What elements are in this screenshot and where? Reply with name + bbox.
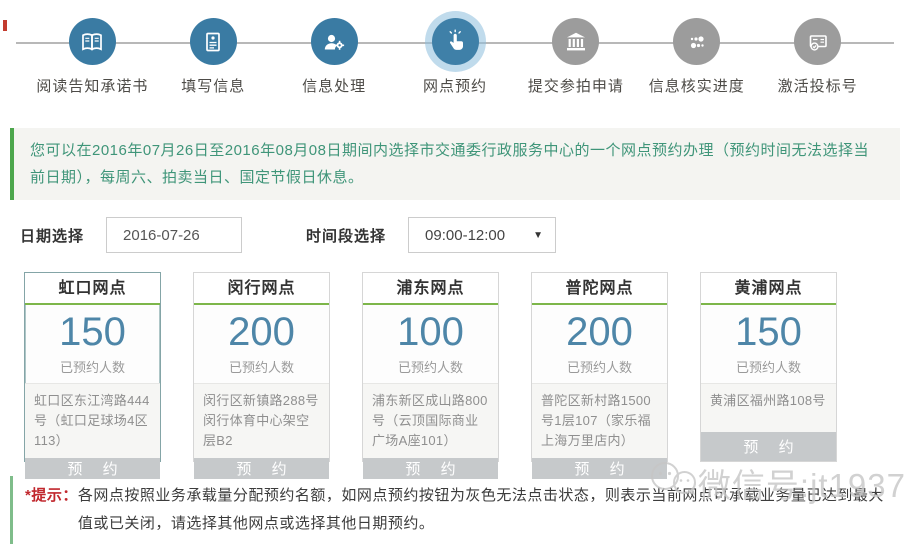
booked-count-label: 已预约人数 (363, 354, 498, 383)
book-button[interactable]: 预 约 (532, 458, 667, 479)
step-activate-bid-number: 激活投标号 (757, 18, 878, 96)
booked-count-label: 已预约人数 (194, 354, 329, 383)
booked-count: 150 (25, 305, 160, 354)
outlet-card-huangpu: 黄浦网点 150 已预约人数 黄浦区福州路108号 预 约 (700, 272, 837, 462)
outlet-card-list: 虹口网点 150 已预约人数 虹口区东江湾路444号（虹口足球场4区113） 预… (24, 272, 910, 462)
book-icon (79, 29, 105, 55)
outlet-address: 普陀区新村路1500号1层107（家乐福上海万里店内） (532, 383, 667, 458)
date-input[interactable] (106, 217, 242, 253)
tip-note: *提示： 各网点按照业务承载量分配预约名额，如网点预约按钮为灰色无法点击状态，则… (10, 476, 900, 544)
booked-count-label: 已预约人数 (701, 354, 836, 383)
appointment-page: { "stepper": { "steps": [ { "label": "阅读… (0, 0, 910, 526)
outlet-name: 浦东网点 (363, 273, 498, 305)
document-icon (200, 29, 226, 55)
date-select-label: 日期选择 (20, 225, 84, 246)
filter-bar: 日期选择 时间段选择 09:00-12:00 ▼ (20, 216, 910, 254)
book-button[interactable]: 预 约 (25, 458, 160, 479)
booked-count-label: 已预约人数 (532, 354, 667, 383)
tip-label: *提示： (25, 482, 78, 538)
outlet-name: 普陀网点 (532, 273, 667, 305)
step-info-processing: 信息处理 (274, 18, 395, 96)
hand-click-icon (442, 29, 468, 55)
book-button[interactable]: 预 约 (701, 432, 836, 461)
outlet-card-putuo: 普陀网点 200 已预约人数 普陀区新村路1500号1层107（家乐福上海万里店… (531, 272, 668, 462)
step-label: 阅读告知承诺书 (36, 75, 148, 96)
step-read-notice: 阅读告知承诺书 (32, 18, 153, 96)
tip-text: 各网点按照业务承载量分配预约名额，如网点预约按钮为灰色无法点击状态，则表示当前网… (78, 482, 886, 538)
book-button[interactable]: 预 约 (363, 458, 498, 479)
outlet-address: 虹口区东江湾路444号（虹口足球场4区113） (25, 383, 160, 458)
progress-stepper: 阅读告知承诺书 填写信息 信息处理 网点 (0, 0, 910, 100)
outlet-name: 闵行网点 (194, 273, 329, 305)
time-range-value: 09:00-12:00 (425, 227, 505, 244)
outlet-address: 浦东新区成山路800号（云顶国际商业广场A座101） (363, 383, 498, 458)
progress-dots-icon (684, 29, 710, 55)
notice-banner: 您可以在2016年07月26日至2016年08月08日期间内选择市交通委行政服务… (10, 128, 900, 200)
outlet-card-hongkou: 虹口网点 150 已预约人数 虹口区东江湾路444号（虹口足球场4区113） 预… (24, 272, 161, 462)
booked-count: 200 (532, 305, 667, 354)
step-label: 提交参拍申请 (528, 75, 624, 96)
booked-count-label: 已预约人数 (25, 354, 160, 383)
outlet-name: 黄浦网点 (701, 273, 836, 305)
step-label: 信息核实进度 (649, 75, 745, 96)
time-range-select[interactable]: 09:00-12:00 ▼ (408, 217, 556, 253)
step-label: 网点预约 (423, 75, 487, 96)
book-button[interactable]: 预 约 (194, 458, 329, 479)
user-gear-icon (321, 29, 347, 55)
booked-count: 200 (194, 305, 329, 354)
step-fill-info: 填写信息 (153, 18, 274, 96)
booked-count: 150 (701, 305, 836, 354)
step-label: 填写信息 (181, 75, 245, 96)
outlet-name: 虹口网点 (25, 273, 160, 305)
step-outlet-appointment: 网点预约 (395, 18, 516, 96)
step-submit-application: 提交参拍申请 (515, 18, 636, 96)
chevron-down-icon: ▼ (533, 230, 543, 241)
card-check-icon (805, 29, 831, 55)
step-label: 激活投标号 (778, 75, 858, 96)
bank-icon (563, 29, 589, 55)
outlet-address: 闵行区新镇路288号闵行体育中心架空层B2 (194, 383, 329, 458)
step-label: 信息处理 (302, 75, 366, 96)
booked-count: 100 (363, 305, 498, 354)
outlet-card-minhang: 闵行网点 200 已预约人数 闵行区新镇路288号闵行体育中心架空层B2 预 约 (193, 272, 330, 462)
step-verification-progress: 信息核实进度 (636, 18, 757, 96)
outlet-card-pudong: 浦东网点 100 已预约人数 浦东新区成山路800号（云顶国际商业广场A座101… (362, 272, 499, 462)
outlet-address: 黄浦区福州路108号 (701, 383, 836, 432)
time-range-label: 时间段选择 (306, 225, 386, 246)
